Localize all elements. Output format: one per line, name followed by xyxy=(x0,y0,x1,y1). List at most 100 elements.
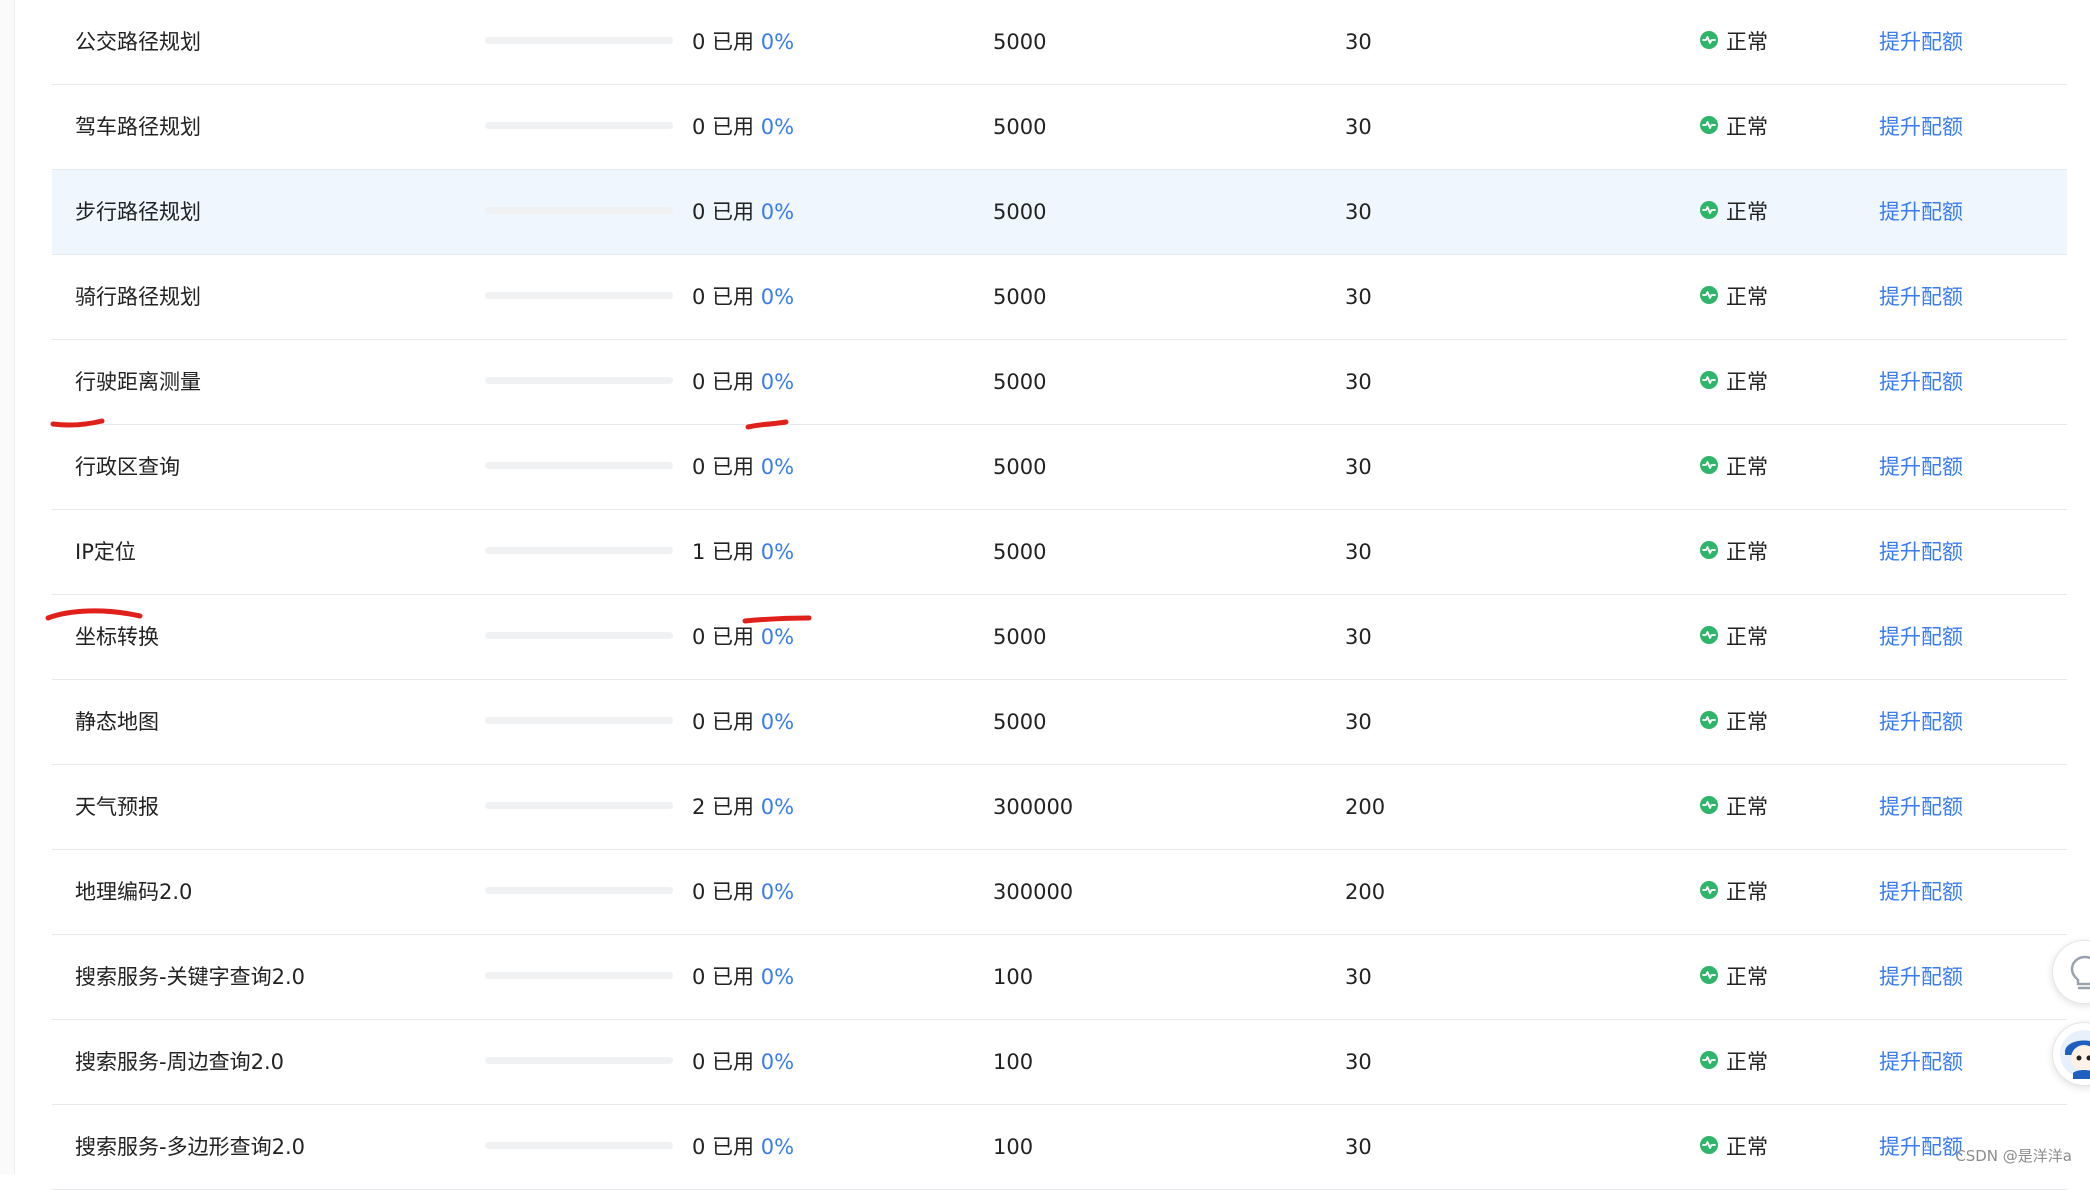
status: 正常 xyxy=(1700,425,1768,509)
raise-quota-link[interactable]: 提升配额 xyxy=(1879,255,1963,339)
usage-progress-bar xyxy=(485,887,673,894)
daily-quota: 5000 xyxy=(993,0,1046,84)
used-count: 0 已用 xyxy=(692,115,754,139)
status-ok-icon xyxy=(1700,1051,1718,1069)
service-name: 行政区查询 xyxy=(75,425,180,509)
daily-quota: 5000 xyxy=(993,170,1046,254)
watermark: CSDN @是洋洋a xyxy=(1955,1145,2072,1166)
concurrency-limit: 200 xyxy=(1345,765,1385,849)
usage-progress-bar xyxy=(485,717,673,724)
status-ok-icon xyxy=(1700,201,1718,219)
usage-progress-bar xyxy=(485,462,673,469)
left-panel-edge xyxy=(0,0,15,1174)
table-row: 天气预报 2 已用 0% 300000 200 正常 提升配额 xyxy=(52,765,2067,850)
table-row: 搜索服务-多边形查询2.0 0 已用 0% 100 30 正常 提升配额 xyxy=(52,1105,2067,1190)
daily-quota: 5000 xyxy=(993,595,1046,679)
usage-progress-bar xyxy=(485,122,673,129)
status-ok-icon xyxy=(1700,456,1718,474)
usage-text: 0 已用 0% xyxy=(692,0,794,84)
status-ok-icon xyxy=(1700,541,1718,559)
used-count: 0 已用 xyxy=(692,30,754,54)
daily-quota: 100 xyxy=(993,1105,1033,1189)
raise-quota-link[interactable]: 提升配额 xyxy=(1879,340,1963,424)
raise-quota-link[interactable]: 提升配额 xyxy=(1879,425,1963,509)
status-text: 正常 xyxy=(1726,1050,1768,1074)
daily-quota: 100 xyxy=(993,1020,1033,1104)
service-name: 公交路径规划 xyxy=(75,0,201,84)
daily-quota: 5000 xyxy=(993,85,1046,169)
used-percent: 0% xyxy=(761,795,794,819)
usage-progress-bar xyxy=(485,802,673,809)
status: 正常 xyxy=(1700,765,1768,849)
service-name: 天气预报 xyxy=(75,765,159,849)
status-ok-icon xyxy=(1700,371,1718,389)
status-ok-icon xyxy=(1700,116,1718,134)
usage-text: 1 已用 0% xyxy=(692,510,794,594)
raise-quota-link[interactable]: 提升配额 xyxy=(1879,765,1963,849)
concurrency-limit: 30 xyxy=(1345,425,1372,509)
status: 正常 xyxy=(1700,680,1768,764)
status: 正常 xyxy=(1700,340,1768,424)
daily-quota: 100 xyxy=(993,935,1033,1019)
usage-text: 0 已用 0% xyxy=(692,935,794,1019)
raise-quota-link[interactable]: 提升配额 xyxy=(1879,595,1963,679)
concurrency-limit: 30 xyxy=(1345,935,1372,1019)
table-row: 行政区查询 0 已用 0% 5000 30 正常 提升配额 xyxy=(52,425,2067,510)
raise-quota-link[interactable]: 提升配额 xyxy=(1879,170,1963,254)
status: 正常 xyxy=(1700,510,1768,594)
usage-text: 0 已用 0% xyxy=(692,170,794,254)
status-ok-icon xyxy=(1700,1136,1718,1154)
raise-quota-link[interactable]: 提升配额 xyxy=(1879,680,1963,764)
status-text: 正常 xyxy=(1726,625,1768,649)
status-text: 正常 xyxy=(1726,540,1768,564)
status: 正常 xyxy=(1700,255,1768,339)
raise-quota-link[interactable]: 提升配额 xyxy=(1879,1105,1963,1189)
quota-table: 公交路径规划 0 已用 0% 5000 30 正常 提升配额 驾车路径规划 xyxy=(52,0,2067,1190)
usage-progress-bar xyxy=(485,377,673,384)
status: 正常 xyxy=(1700,850,1768,934)
used-count: 0 已用 xyxy=(692,965,754,989)
table-row: 骑行路径规划 0 已用 0% 5000 30 正常 提升配额 xyxy=(52,255,2067,340)
usage-text: 0 已用 0% xyxy=(692,255,794,339)
service-name: IP定位 xyxy=(75,510,136,594)
status-text: 正常 xyxy=(1726,200,1768,224)
table-row: 驾车路径规划 0 已用 0% 5000 30 正常 提升配额 xyxy=(52,85,2067,170)
usage-text: 0 已用 0% xyxy=(692,340,794,424)
used-count: 0 已用 xyxy=(692,625,754,649)
status-text: 正常 xyxy=(1726,370,1768,394)
raise-quota-link[interactable]: 提升配额 xyxy=(1879,935,1963,1019)
status: 正常 xyxy=(1700,595,1768,679)
daily-quota: 5000 xyxy=(993,680,1046,764)
used-percent: 0% xyxy=(761,880,794,904)
usage-text: 0 已用 0% xyxy=(692,850,794,934)
concurrency-limit: 30 xyxy=(1345,85,1372,169)
used-percent: 0% xyxy=(761,710,794,734)
used-count: 0 已用 xyxy=(692,285,754,309)
usage-text: 0 已用 0% xyxy=(692,425,794,509)
service-name: 搜索服务-关键字查询2.0 xyxy=(75,935,305,1019)
status: 正常 xyxy=(1700,1105,1768,1189)
concurrency-limit: 30 xyxy=(1345,510,1372,594)
raise-quota-link[interactable]: 提升配额 xyxy=(1879,850,1963,934)
concurrency-limit: 30 xyxy=(1345,255,1372,339)
used-percent: 0% xyxy=(761,30,794,54)
raise-quota-link[interactable]: 提升配额 xyxy=(1879,510,1963,594)
raise-quota-link[interactable]: 提升配额 xyxy=(1879,85,1963,169)
table-row: 坐标转换 0 已用 0% 5000 30 正常 提升配额 xyxy=(52,595,2067,680)
status-text: 正常 xyxy=(1726,795,1768,819)
service-name: 搜索服务-周边查询2.0 xyxy=(75,1020,284,1104)
table-row: 步行路径规划 0 已用 0% 5000 30 正常 提升配额 xyxy=(52,170,2067,255)
raise-quota-link[interactable]: 提升配额 xyxy=(1879,0,1963,84)
service-name: 行驶距离测量 xyxy=(75,340,201,424)
raise-quota-link[interactable]: 提升配额 xyxy=(1879,1020,1963,1104)
concurrency-limit: 30 xyxy=(1345,1105,1372,1189)
concurrency-limit: 30 xyxy=(1345,340,1372,424)
used-percent: 0% xyxy=(761,115,794,139)
used-count: 0 已用 xyxy=(692,455,754,479)
table-row: 公交路径规划 0 已用 0% 5000 30 正常 提升配额 xyxy=(52,0,2067,85)
daily-quota: 5000 xyxy=(993,510,1046,594)
status: 正常 xyxy=(1700,935,1768,1019)
service-name: 骑行路径规划 xyxy=(75,255,201,339)
status-text: 正常 xyxy=(1726,455,1768,479)
usage-text: 2 已用 0% xyxy=(692,765,794,849)
